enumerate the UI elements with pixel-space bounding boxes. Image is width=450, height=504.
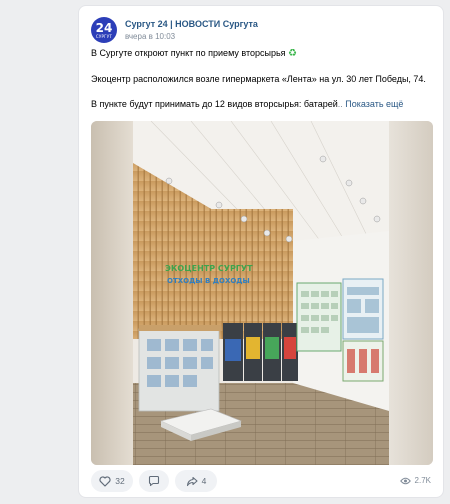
photo-image: ЭКОЦЕНТР СУРГУТ ОТХОДЫ В ДОХОДЫ [91, 121, 433, 465]
like-button[interactable]: 32 [91, 470, 133, 492]
post-meta: Сургут 24 | НОВОСТИ Сургута вчера в 10:0… [125, 19, 258, 41]
views-count: 2.7K [414, 476, 431, 485]
post-header: 24 СУРГУТ Сургут 24 | НОВОСТИ Сургута вч… [91, 17, 258, 43]
post-photo[interactable]: ЭКОЦЕНТР СУРГУТ ОТХОДЫ В ДОХОДЫ [91, 121, 433, 465]
post-title-line: В Сургуте откроют пункт по приему вторсы… [91, 47, 431, 60]
post-details: В пункте будут принимать до 12 видов вто… [91, 99, 338, 109]
avatar-number: 24 [95, 20, 113, 35]
author-name[interactable]: Сургут 24 | НОВОСТИ Сургута [125, 19, 258, 29]
post-location: Экоцентр расположился возле гипермаркета… [91, 74, 426, 84]
post-time[interactable]: вчера в 10:03 [125, 32, 258, 41]
recycle-icon: ♻ [288, 48, 297, 59]
views-counter: 2.7K [399, 476, 431, 485]
share-button[interactable]: 4 [175, 470, 217, 492]
avatar-city: СУРГУТ [95, 33, 113, 39]
post-actions: 32 4 2.7K [91, 470, 433, 492]
show-more-link[interactable]: Показать ещё [345, 99, 403, 109]
photo-sign-bottom: ОТХОДЫ В ДОХОДЫ [167, 277, 250, 285]
avatar[interactable]: 24 СУРГУТ [91, 17, 117, 43]
post-title: В Сургуте откроют пункт по приему вторсы… [91, 48, 286, 58]
post-text: В Сургуте откроют пункт по приему вторсы… [91, 47, 431, 110]
eye-icon [399, 477, 411, 484]
like-count: 32 [115, 476, 125, 486]
comment-icon [148, 475, 160, 487]
heart-icon [99, 475, 111, 487]
photo-sign-top: ЭКОЦЕНТР СУРГУТ [165, 264, 253, 273]
comment-button[interactable] [139, 470, 169, 492]
post-details-line: В пункте будут принимать до 12 видов вто… [91, 99, 404, 109]
post-card: 24 СУРГУТ Сургут 24 | НОВОСТИ Сургута вч… [78, 5, 444, 498]
share-count: 4 [201, 476, 207, 486]
share-icon [186, 476, 198, 486]
